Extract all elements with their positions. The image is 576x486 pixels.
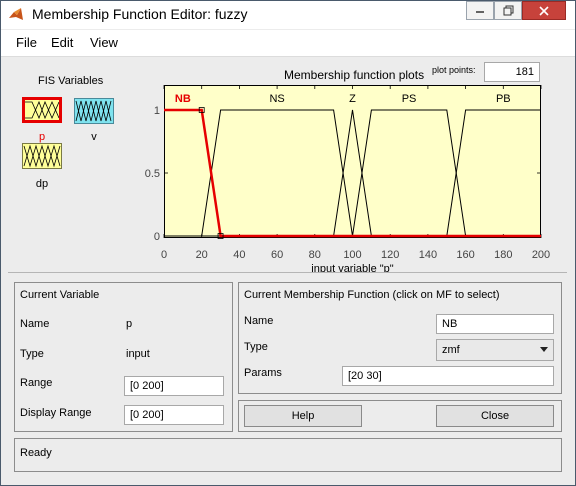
y-tick-label: 1 [154,105,160,117]
mf-curve-pb [164,109,541,237]
x-tick-label: 20 [196,249,208,261]
mf-type-select[interactable]: zmf [436,339,554,361]
close-button[interactable]: Close [436,405,554,427]
mf-type-label: Type [244,341,268,353]
x-tick-label: 140 [419,249,437,261]
x-tick-label: 0 [161,249,167,261]
cv-name-label: Name [20,318,50,330]
mf-label-pb: PB [496,93,511,105]
mf-name-input[interactable]: NB [436,314,554,334]
cv-display-range-label: Display Range [20,407,92,419]
mf-curve-ps [164,109,541,237]
x-tick-label: 200 [532,249,550,261]
cv-range-label: Range [20,377,53,389]
status-text: Ready [20,447,52,459]
x-tick-label: 160 [456,249,474,261]
help-button[interactable]: Help [244,405,362,427]
current-mf-heading: Current Membership Function (click on MF… [244,289,500,301]
current-variable-heading: Current Variable [20,289,100,301]
cv-type-label: Type [20,348,44,360]
range-input[interactable]: [0 200] [124,376,224,396]
y-tick-label: 0 [154,231,160,243]
mf-curve-ns [164,109,541,237]
mf-label-ns: NS [269,93,284,105]
cv-type-value: input [126,348,150,360]
x-tick-label: 80 [309,249,321,261]
mf-curve-nb [164,108,541,238]
x-tick-label: 40 [233,249,245,261]
x-tick-label: 60 [271,249,283,261]
x-tick-label: 100 [343,249,361,261]
x-tick-label: 120 [381,249,399,261]
y-tick-label: 0.5 [145,168,160,180]
display-range-input[interactable]: [0 200] [124,405,224,425]
mf-label-z: Z [349,93,356,105]
mf-curve-z [164,109,541,237]
mf-label-nb: NB [175,93,191,105]
x-tick-label: 180 [494,249,512,261]
mf-params-input[interactable]: [20 30] [342,366,554,386]
mf-name-label: Name [244,315,274,327]
cv-name-value: p [126,318,133,330]
status-panel [14,438,562,472]
mf-params-label: Params [244,367,282,379]
chevron-down-icon [540,347,548,352]
mf-label-ps: PS [402,93,417,105]
mf-type-value: zmf [442,344,460,356]
